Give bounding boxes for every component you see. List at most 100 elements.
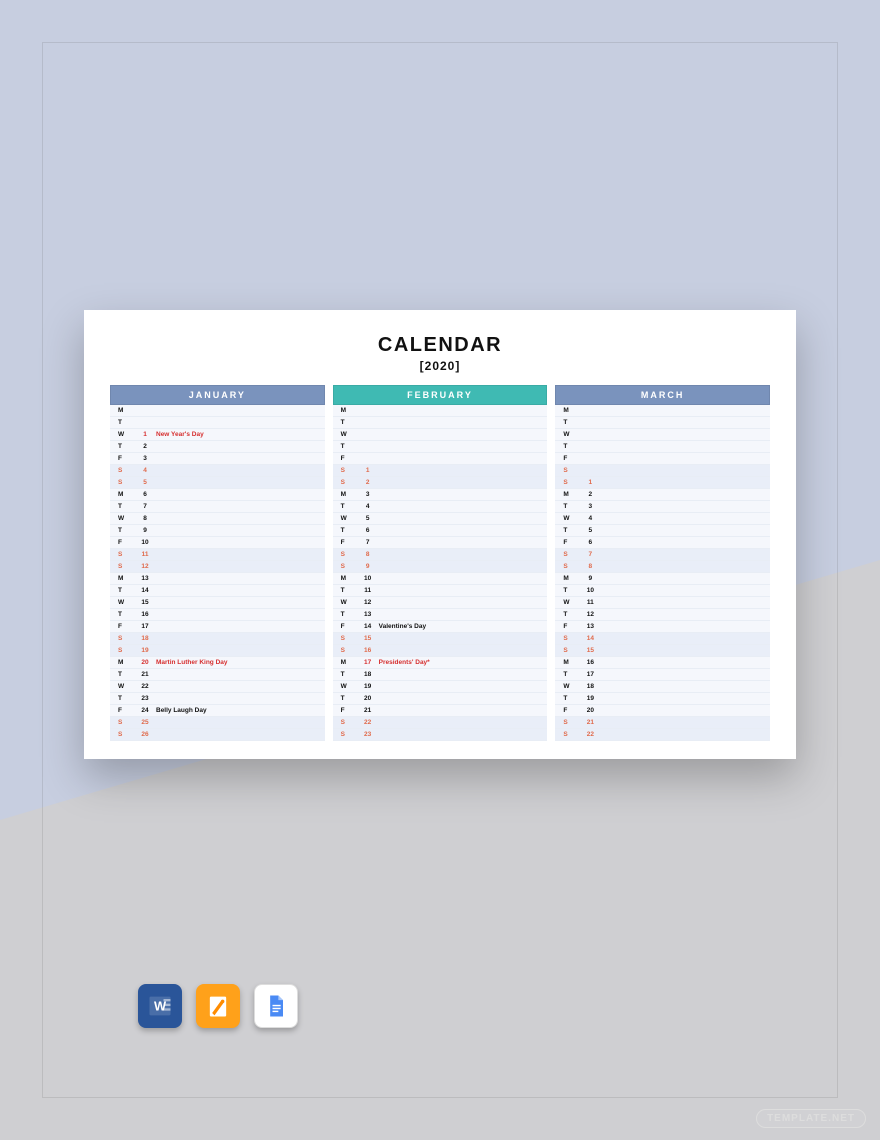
day-letter: F (341, 623, 359, 630)
day-letter: S (341, 479, 359, 486)
day-number: 7 (136, 503, 154, 510)
calendar-row: S22 (555, 729, 770, 741)
day-letter: S (341, 719, 359, 726)
calendar-row: F (555, 453, 770, 465)
day-number: 16 (581, 659, 599, 666)
format-icons-row: W (138, 984, 298, 1028)
calendar-row: F3 (110, 453, 325, 465)
day-letter: F (341, 707, 359, 714)
calendar-row: S2 (333, 477, 548, 489)
day-letter: T (341, 611, 359, 618)
day-letter: M (563, 575, 581, 582)
day-letter: S (563, 635, 581, 642)
day-letter: S (341, 467, 359, 474)
calendar-row: T12 (555, 609, 770, 621)
calendar-row: T14 (110, 585, 325, 597)
calendar-row: S9 (333, 561, 548, 573)
day-number: 7 (581, 551, 599, 558)
event-label: Belly Laugh Day (154, 707, 325, 714)
calendar-row: S12 (110, 561, 325, 573)
calendar-row: W19 (333, 681, 548, 693)
calendar-row: T4 (333, 501, 548, 513)
calendar-row: W11 (555, 597, 770, 609)
day-letter: S (563, 467, 581, 474)
day-number: 8 (581, 563, 599, 570)
day-number: 4 (581, 515, 599, 522)
calendar-row: F7 (333, 537, 548, 549)
calendar-row: T18 (333, 669, 548, 681)
month-rows: MTWTFSS1M2T3W4T5F6S7S8M9T10W11T12F13S14S… (555, 405, 770, 741)
day-number: 20 (359, 695, 377, 702)
month-header: MARCH (555, 385, 770, 405)
day-letter: S (563, 563, 581, 570)
calendar-row: T7 (110, 501, 325, 513)
day-number: 23 (359, 731, 377, 738)
day-number: 4 (136, 467, 154, 474)
calendar-row: W22 (110, 681, 325, 693)
day-letter: W (341, 683, 359, 690)
calendar-row: S18 (110, 633, 325, 645)
calendar-row: T2 (110, 441, 325, 453)
day-number: 14 (581, 635, 599, 642)
month-header: JANUARY (110, 385, 325, 405)
month-column: JANUARYMTW1New Year's DayT2F3S4S5M6T7W8T… (110, 385, 325, 741)
calendar-row: W15 (110, 597, 325, 609)
day-number: 3 (359, 491, 377, 498)
day-letter: F (563, 539, 581, 546)
day-number: 23 (136, 695, 154, 702)
pages-icon (196, 984, 240, 1028)
day-letter: W (118, 599, 136, 606)
day-letter: T (341, 527, 359, 534)
calendar-row: T23 (110, 693, 325, 705)
day-number: 2 (581, 491, 599, 498)
day-number: 22 (136, 683, 154, 690)
calendar-row: F20 (555, 705, 770, 717)
calendar-row: S7 (555, 549, 770, 561)
day-letter: M (118, 659, 136, 666)
day-number: 13 (581, 623, 599, 630)
day-number: 19 (359, 683, 377, 690)
day-number: 18 (581, 683, 599, 690)
day-number: 7 (359, 539, 377, 546)
month-header: FEBRUARY (333, 385, 548, 405)
day-letter: F (118, 707, 136, 714)
calendar-row: S15 (333, 633, 548, 645)
calendar-row: T6 (333, 525, 548, 537)
day-letter: M (341, 407, 359, 414)
day-letter: S (563, 647, 581, 654)
day-letter: F (563, 707, 581, 714)
day-letter: F (563, 455, 581, 462)
day-letter: M (118, 491, 136, 498)
calendar-row: F17 (110, 621, 325, 633)
event-label: New Year's Day (154, 431, 325, 438)
day-letter: W (341, 599, 359, 606)
day-number: 6 (136, 491, 154, 498)
day-letter: W (341, 431, 359, 438)
day-letter: T (118, 527, 136, 534)
calendar-row: S26 (110, 729, 325, 741)
day-number: 10 (136, 539, 154, 546)
day-number: 20 (581, 707, 599, 714)
day-letter: T (341, 695, 359, 702)
calendar-row: T16 (110, 609, 325, 621)
month-rows: MTWTFS1S2M3T4W5T6F7S8S9M10T11W12T13F14Va… (333, 405, 548, 741)
calendar-row: T (333, 417, 548, 429)
calendar-row: W (555, 429, 770, 441)
day-letter: M (563, 659, 581, 666)
calendar-row: S23 (333, 729, 548, 741)
day-letter: F (118, 539, 136, 546)
day-letter: W (563, 599, 581, 606)
day-letter: S (563, 479, 581, 486)
calendar-title: CALENDAR (110, 334, 770, 357)
calendar-row: S15 (555, 645, 770, 657)
event-label: Presidents' Day* (377, 659, 548, 666)
day-letter: T (118, 443, 136, 450)
day-letter: F (563, 623, 581, 630)
day-letter: W (118, 515, 136, 522)
day-number: 12 (359, 599, 377, 606)
day-letter: S (118, 635, 136, 642)
event-label: Martin Luther King Day (154, 659, 325, 666)
day-letter: T (118, 671, 136, 678)
day-letter: F (118, 455, 136, 462)
day-number: 12 (581, 611, 599, 618)
